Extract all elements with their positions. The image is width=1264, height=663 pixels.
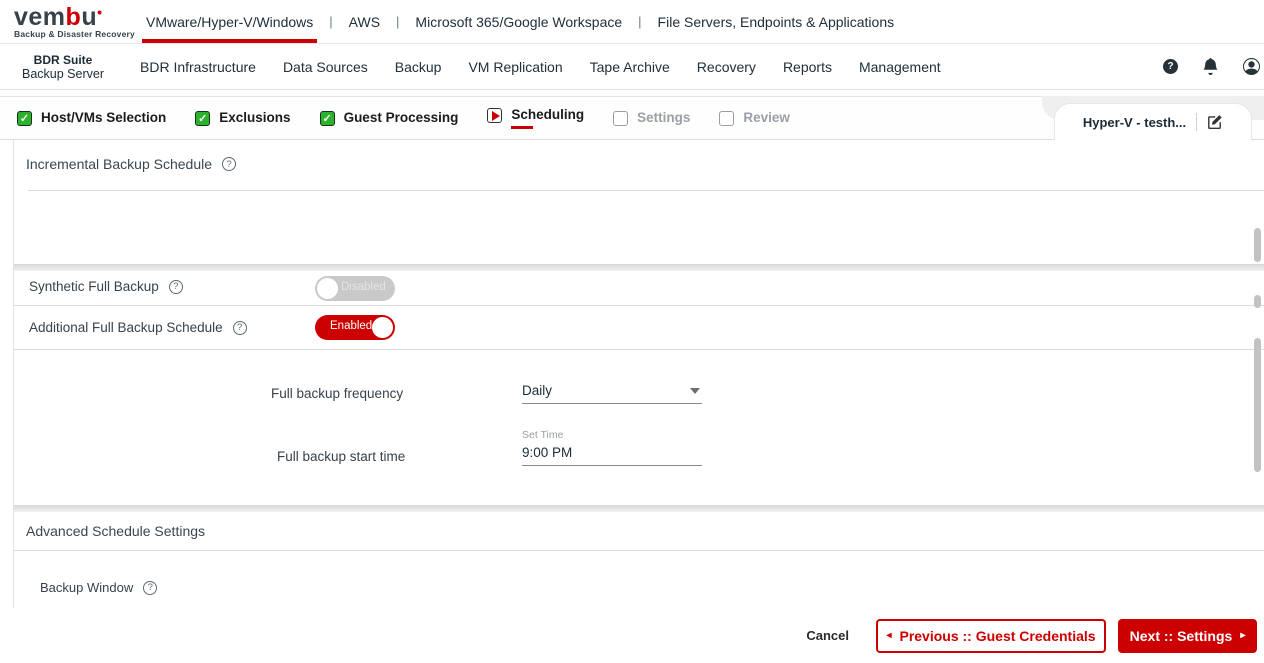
check-icon: ✓ [195, 111, 211, 126]
help-icon[interactable]: ? [232, 320, 247, 335]
previous-button[interactable]: ◂ Previous :: Guest Credentials [876, 618, 1106, 653]
nav-management[interactable]: Management [859, 59, 941, 75]
full-backup-frequency-select[interactable]: Daily [522, 383, 702, 404]
tab-separator: | [396, 14, 400, 29]
job-name-tab: Hyper-V - testh... [1054, 103, 1252, 140]
suite-identity: BDR Suite Backup Server [0, 53, 126, 81]
scheduling-panel: Incremental Backup Schedule ? Synthetic … [13, 140, 1264, 608]
wizard-footer: Cancel ◂ Previous :: Guest Credentials N… [0, 608, 1264, 663]
nav-bdr-infrastructure[interactable]: BDR Infrastructure [140, 59, 256, 75]
logo-text: vembu• [14, 2, 103, 31]
synthetic-full-backup-row: Synthetic Full Backup ? Disabled [14, 271, 1264, 306]
step-exclusions[interactable]: ✓ Exclusions [195, 110, 291, 126]
help-icon[interactable]: ? [143, 580, 158, 595]
step-host-vms-selection[interactable]: ✓ Host/VMs Selection [17, 110, 166, 126]
app-nav-bar: BDR Suite Backup Server BDR Infrastructu… [0, 44, 1264, 90]
app-nav-items: BDR Infrastructure Data Sources Backup V… [140, 59, 941, 75]
vembu-logo[interactable]: vembu• Backup & Disaster Recovery [0, 0, 142, 43]
section-separator-strip [14, 505, 1264, 512]
backup-window-label: Backup Window ? [40, 580, 158, 595]
step-guest-processing[interactable]: ✓ Guest Processing [319, 110, 458, 126]
full-backup-start-time-label: Full backup start time [277, 449, 406, 464]
synthetic-full-backup-label: Synthetic Full Backup ? [29, 279, 183, 294]
step-scheduling[interactable]: Scheduling [487, 107, 584, 129]
nav-recovery[interactable]: Recovery [697, 59, 756, 75]
help-icon[interactable]: ? [222, 157, 236, 171]
left-arrow-icon: ◂ [886, 629, 892, 641]
check-icon: ✓ [319, 111, 335, 126]
empty-checkbox-icon [719, 111, 735, 126]
additional-full-backup-label: Additional Full Backup Schedule ? [29, 320, 247, 335]
step-review[interactable]: Review [719, 110, 790, 126]
tab-vmware-hyperv-windows[interactable]: VMware/Hyper-V/Windows [142, 0, 318, 43]
help-icon[interactable]: ? [1163, 59, 1178, 74]
section-divider [28, 190, 1264, 191]
header-icons: ? [1163, 58, 1264, 75]
scrollbar-thumb[interactable] [1254, 338, 1261, 472]
additional-full-backup-toggle[interactable]: Enabled [315, 315, 395, 340]
help-icon[interactable]: ? [168, 279, 183, 294]
tab-file-servers-endpoints[interactable]: File Servers, Endpoints & Applications [654, 0, 899, 43]
section-divider [14, 550, 1264, 551]
tab-separator: | [329, 14, 333, 29]
logo-tagline: Backup & Disaster Recovery [14, 28, 135, 39]
empty-checkbox-icon [613, 111, 629, 126]
section-separator-strip [14, 264, 1264, 271]
job-tab-divider [1196, 113, 1198, 131]
full-backup-start-time-input[interactable]: 9:00 PM [522, 445, 702, 466]
additional-full-backup-row: Additional Full Backup Schedule ? Enable… [14, 306, 1264, 350]
tab-separator: | [638, 14, 642, 29]
synthetic-full-backup-toggle[interactable]: Disabled [315, 276, 395, 301]
full-backup-frequency-label: Full backup frequency [271, 386, 404, 401]
chevron-down-icon [690, 388, 700, 394]
play-icon [487, 108, 503, 123]
nav-backup[interactable]: Backup [395, 59, 442, 75]
notifications-bell-icon[interactable] [1202, 58, 1219, 75]
job-name: Hyper-V - testh... [1082, 114, 1187, 130]
toggle-knob [317, 278, 338, 299]
tab-aws[interactable]: AWS [345, 0, 384, 43]
user-account-icon[interactable] [1243, 58, 1260, 75]
step-settings[interactable]: Settings [613, 110, 690, 126]
nav-data-sources[interactable]: Data Sources [283, 59, 368, 75]
product-tabs: VMware/Hyper-V/Windows | AWS | Microsoft… [142, 0, 898, 43]
advanced-schedule-settings-title: Advanced Schedule Settings [26, 523, 206, 539]
server-name: Backup Server [22, 66, 104, 81]
logo-dot-icon: • [97, 3, 103, 20]
incremental-backup-schedule-title: Incremental Backup Schedule ? [26, 156, 236, 172]
cancel-button[interactable]: Cancel [806, 628, 849, 643]
next-button[interactable]: Next :: Settings ▸ [1118, 618, 1257, 653]
product-header: vembu• Backup & Disaster Recovery VMware… [0, 0, 1264, 44]
nav-reports[interactable]: Reports [783, 59, 832, 75]
scrollbar-thumb[interactable] [1254, 295, 1261, 308]
nav-vm-replication[interactable]: VM Replication [468, 59, 562, 75]
nav-tape-archive[interactable]: Tape Archive [590, 59, 670, 75]
edit-job-name-icon[interactable] [1207, 114, 1223, 130]
toggle-knob [372, 317, 393, 338]
tab-microsoft365-google[interactable]: Microsoft 365/Google Workspace [411, 0, 626, 43]
right-arrow-icon: ▸ [1240, 629, 1246, 641]
set-time-field-label: Set Time [522, 429, 564, 441]
wizard-step-bar: ✓ Host/VMs Selection ✓ Exclusions ✓ Gues… [0, 96, 1264, 140]
suite-name: BDR Suite [33, 52, 93, 67]
check-icon: ✓ [17, 111, 32, 126]
scrollbar-thumb[interactable] [1254, 228, 1261, 262]
